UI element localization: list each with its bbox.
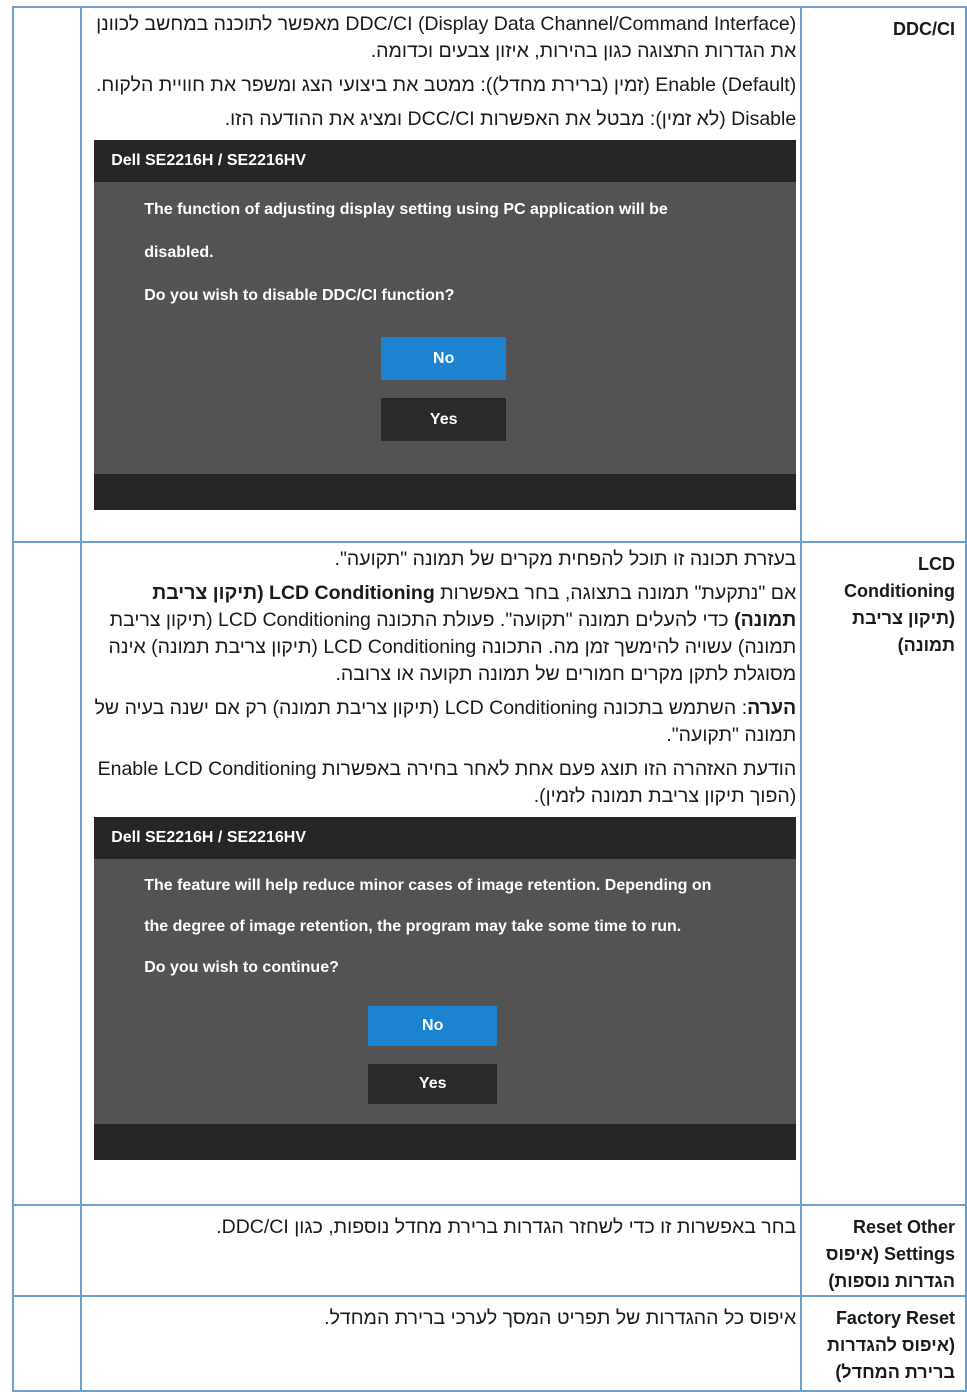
- row-label: DDC/CI: [893, 19, 955, 39]
- label-line: Factory Reset: [835, 1308, 955, 1328]
- lcd-note: הערה: השתמש בתכונה LCD Conditioning (תיק…: [88, 695, 797, 749]
- row-label: LCD Conditioning (תיקון צריבת תמונה): [802, 543, 965, 659]
- label-line: Settings (איפוס: [825, 1244, 955, 1264]
- empty-cell: [12, 1204, 82, 1297]
- ddc-dialog-screenshot: Dell SE2216H / SE2216HV The function of …: [94, 140, 797, 510]
- table-row-ddc-ci: DDC/CI DDC/CI (Display Data Channel/Comm…: [12, 6, 967, 543]
- table-row-factory-reset: Factory Reset (איפוס להגדרות ברירת המחדל…: [12, 1295, 967, 1392]
- yes-button[interactable]: Yes: [368, 1064, 498, 1104]
- label-line: Reset Other: [852, 1217, 955, 1237]
- row-label: Reset Other Settings (איפוס הגדרות נוספו…: [802, 1206, 965, 1295]
- label-line: תמונה): [897, 635, 955, 655]
- label-line: LCD: [918, 554, 955, 574]
- dialog-question: Do you wish to disable DDC/CI function?: [144, 287, 455, 304]
- factory-reset-description: איפוס כל ההגדרות של תפריט המסך לערכי ברי…: [324, 1307, 797, 1329]
- yes-button[interactable]: Yes: [381, 398, 507, 441]
- row-label-cell: Reset Other Settings (איפוס הגדרות נוספו…: [800, 1204, 967, 1297]
- ddc-enable-text: Enable (Default) (זמין (ברירת מחדל)): ממ…: [96, 74, 797, 96]
- lcd-instructions: אם "נתקעת" תמונה בתצוגה, בחר באפשרות LCD…: [88, 580, 797, 688]
- dialog-question: Do you wish to continue?: [144, 959, 339, 976]
- dialog-message-line: disabled.: [144, 244, 214, 261]
- row-content-cell: DDC/CI (Display Data Channel/Command Int…: [79, 6, 803, 543]
- text-span: : השתמש בתכונה LCD Conditioning (תיקון צ…: [94, 697, 797, 746]
- row-content-cell: בחר באפשרות זו כדי לשחזר הגדרות ברירת מח…: [79, 1204, 803, 1297]
- text-span: כדי להעלים תמונה "תקועה". פעולת התכונה L…: [108, 609, 797, 685]
- empty-cell: [12, 6, 82, 543]
- row-content-cell: בעזרת תכונה זו תוכל להפחית מקרים של תמונ…: [79, 541, 803, 1206]
- dialog-message-line: The feature will help reduce minor cases…: [144, 877, 712, 894]
- label-line: ברירת המחדל): [835, 1362, 955, 1382]
- label-line: הגדרות נוספות): [828, 1271, 955, 1291]
- note-label: הערה: [747, 697, 797, 719]
- reset-other-description: בחר באפשרות זו כדי לשחזר הגדרות ברירת מח…: [216, 1216, 797, 1238]
- no-button[interactable]: No: [368, 1006, 498, 1046]
- dialog-title: Dell SE2216H / SE2216HV: [94, 817, 797, 859]
- label-line: (איפוס להגדרות: [827, 1335, 955, 1355]
- dialog-title: Dell SE2216H / SE2216HV: [94, 140, 797, 182]
- ddc-disable-text: Disable (לא זמין): מבטל את האפשרות DCC/C…: [224, 108, 797, 130]
- dialog-message-line: the degree of image retention, the progr…: [144, 918, 682, 935]
- empty-cell: [12, 1295, 82, 1392]
- label-line: Conditioning: [844, 581, 955, 601]
- table-row-lcd-conditioning: LCD Conditioning (תיקון צריבת תמונה) בעז…: [12, 541, 967, 1206]
- row-label-cell: DDC/CI: [800, 6, 967, 543]
- row-content-cell: איפוס כל ההגדרות של תפריט המסך לערכי ברי…: [79, 1295, 803, 1392]
- lcd-dialog-screenshot: Dell SE2216H / SE2216HV The feature will…: [94, 817, 797, 1160]
- row-label: Factory Reset (איפוס להגדרות ברירת המחדל…: [802, 1297, 965, 1386]
- settings-table: DDC/CI DDC/CI (Display Data Channel/Comm…: [12, 6, 967, 1392]
- empty-cell: [12, 541, 82, 1206]
- dialog-footer: [94, 1124, 797, 1160]
- text-span: אם "נתקעת" תמונה בתצוגה, בחר באפשרות: [434, 582, 797, 604]
- label-line: (תיקון צריבת: [852, 608, 955, 628]
- lcd-intro: בעזרת תכונה זו תוכל להפחית מקרים של תמונ…: [334, 548, 797, 570]
- lcd-warning-info: הודעת האזהרה הזו תוצג פעם אחת לאחר בחירה…: [97, 758, 797, 807]
- row-label-cell: Factory Reset (איפוס להגדרות ברירת המחדל…: [800, 1295, 967, 1392]
- row-label-cell: LCD Conditioning (תיקון צריבת תמונה): [800, 541, 967, 1206]
- ddc-description: DDC/CI (Display Data Channel/Command Int…: [96, 13, 797, 62]
- manual-page: DDC/CI DDC/CI (Display Data Channel/Comm…: [0, 0, 967, 1392]
- dialog-message-line: The function of adjusting display settin…: [144, 201, 668, 218]
- dialog-footer: [94, 474, 797, 510]
- table-row-reset-other: Reset Other Settings (איפוס הגדרות נוספו…: [12, 1204, 967, 1297]
- no-button[interactable]: No: [381, 337, 507, 380]
